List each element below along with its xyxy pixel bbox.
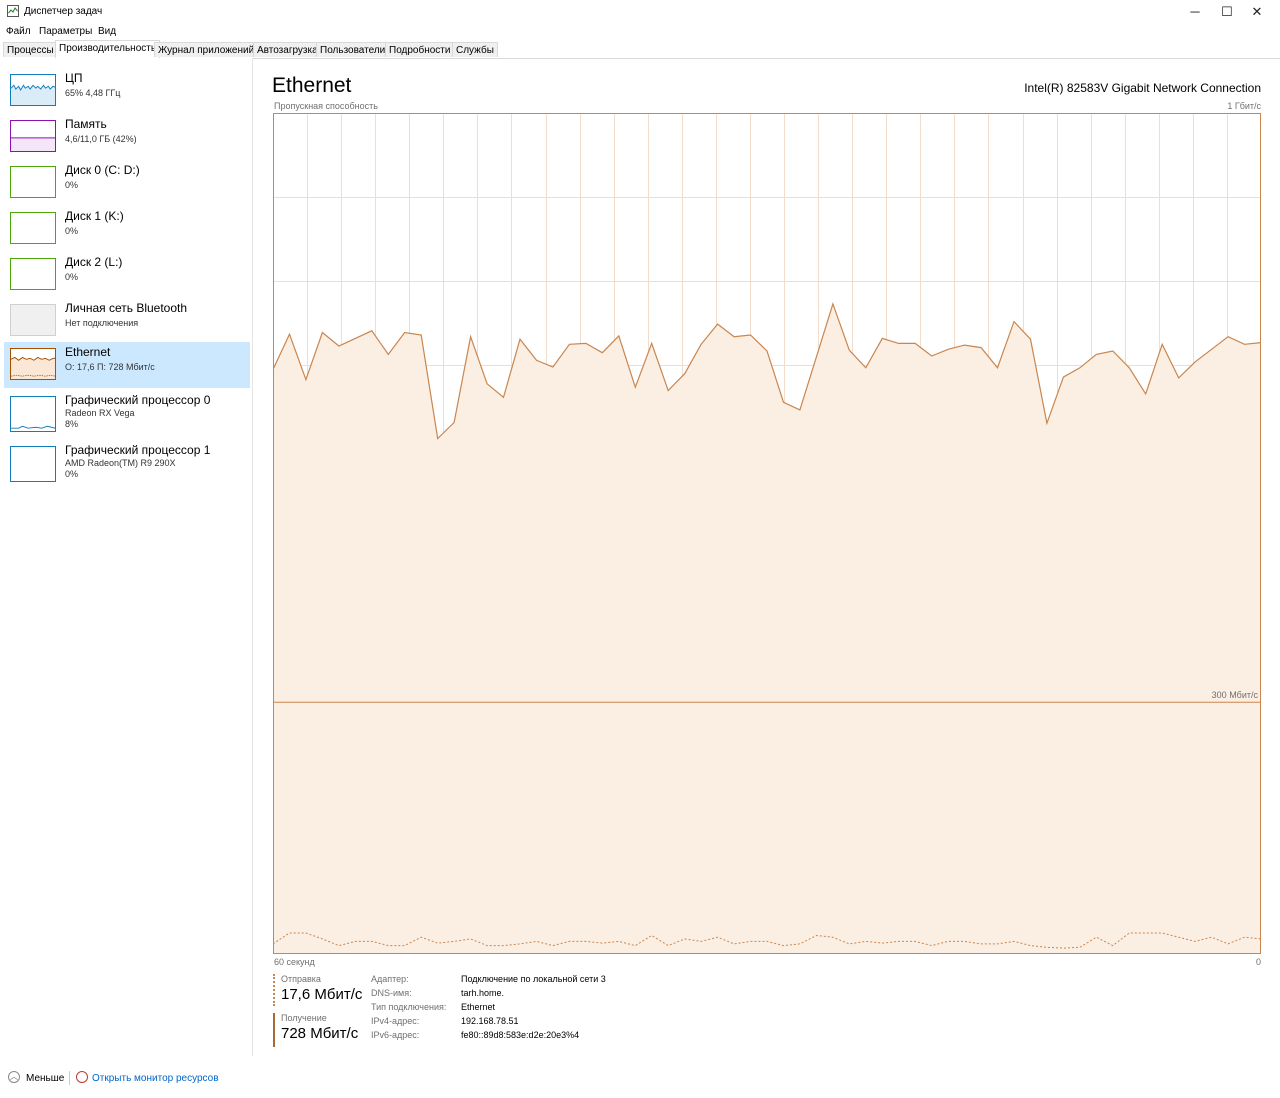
tab-users[interactable]: Пользователи bbox=[316, 42, 390, 57]
resource-monitor-icon[interactable] bbox=[76, 1071, 88, 1083]
tab-services[interactable]: Службы bbox=[452, 42, 498, 57]
sidebar-item-disk1[interactable]: Диск 1 (K:) 0% bbox=[4, 206, 250, 252]
sidebar-item-subtitle: Radeon RX Vega bbox=[65, 408, 135, 418]
performance-panel: Ethernet Intel(R) 82583V Gigabit Network… bbox=[253, 58, 1280, 1056]
divider bbox=[69, 1071, 70, 1085]
sidebar-item-gpu0[interactable]: Графический процессор 0 Radeon RX Vega 8… bbox=[4, 390, 250, 438]
resource-sidebar: ЦП 65% 4,48 ГГц Память 4,6/11,0 ГБ (42%)… bbox=[0, 58, 253, 1056]
receive-stat: Получение 728 Мбит/с bbox=[273, 1013, 358, 1047]
menu-options[interactable]: Параметры bbox=[39, 26, 92, 37]
property-key: IPv4-адрес: bbox=[371, 1016, 420, 1026]
sidebar-item-ethernet[interactable]: Ethernet О: 17,6 П: 728 Мбит/с bbox=[4, 342, 250, 388]
sidebar-item-title: Память bbox=[65, 117, 107, 131]
sidebar-item-title: Диск 0 (C: D:) bbox=[65, 163, 140, 177]
sidebar-item-title: Графический процессор 0 bbox=[65, 393, 211, 407]
property-value: Ethernet bbox=[461, 1002, 496, 1012]
property-key: Адаптер: bbox=[371, 974, 409, 984]
sidebar-item-usage: 0% bbox=[65, 469, 79, 479]
sidebar-item-subtitle: 0% bbox=[65, 272, 79, 282]
send-label: Отправка bbox=[281, 974, 321, 984]
tab-strip: Процессы Производительность Журнал прило… bbox=[0, 40, 1280, 59]
window-title: Диспетчер задач bbox=[24, 6, 103, 17]
menu-view[interactable]: Вид bbox=[98, 26, 116, 37]
sidebar-item-subtitle: Нет подключения bbox=[65, 318, 139, 328]
open-resource-monitor-link[interactable]: Открыть монитор ресурсов bbox=[92, 1073, 219, 1084]
throughput-graph: 300 Мбит/с bbox=[273, 113, 1261, 954]
sidebar-item-cpu[interactable]: ЦП 65% 4,48 ГГц bbox=[4, 68, 250, 114]
tab-details[interactable]: Подробности bbox=[385, 42, 455, 57]
property-key: DNS-имя: bbox=[371, 988, 412, 998]
sidebar-item-memory[interactable]: Память 4,6/11,0 ГБ (42%) bbox=[4, 114, 250, 160]
sidebar-item-bluetooth[interactable]: Личная сеть Bluetooth Нет подключения bbox=[4, 298, 250, 344]
sidebar-item-usage: 8% bbox=[65, 419, 79, 429]
sidebar-item-disk0[interactable]: Диск 0 (C: D:) 0% bbox=[4, 160, 250, 206]
sidebar-item-subtitle: 0% bbox=[65, 226, 79, 236]
bluetooth-thumbnail-graph bbox=[10, 304, 56, 336]
sidebar-item-title: Диск 1 (K:) bbox=[65, 209, 124, 223]
page-title: Ethernet bbox=[272, 74, 352, 97]
send-stat: Отправка 17,6 Мбит/с bbox=[273, 974, 362, 1006]
x-axis-right-label: 0 bbox=[1255, 957, 1261, 967]
menu-file[interactable]: Файл bbox=[6, 26, 31, 37]
sidebar-item-subtitle: 0% bbox=[65, 180, 79, 190]
sidebar-item-title: Диск 2 (L:) bbox=[65, 255, 123, 269]
bottom-bar: ︿ Меньше Открыть монитор ресурсов bbox=[0, 1064, 1280, 1094]
cpu-thumbnail-graph bbox=[10, 74, 56, 106]
mid-scale-label: 300 Мбит/с bbox=[1212, 690, 1259, 700]
sidebar-item-disk2[interactable]: Диск 2 (L:) 0% bbox=[4, 252, 250, 298]
task-manager-icon bbox=[7, 5, 19, 17]
sidebar-item-subtitle: AMD Radeon(TM) R9 290X bbox=[65, 458, 176, 468]
property-value: 192.168.78.51 bbox=[461, 1016, 519, 1026]
property-key: Тип подключения: bbox=[371, 1002, 447, 1012]
chevron-up-icon[interactable]: ︿ bbox=[8, 1071, 20, 1083]
send-value: 17,6 Мбит/с bbox=[281, 986, 363, 1003]
property-value: tarh.home. bbox=[461, 988, 505, 998]
receive-value: 728 Мбит/с bbox=[281, 1025, 359, 1042]
sidebar-item-title: Личная сеть Bluetooth bbox=[65, 301, 188, 315]
disk1-thumbnail-graph bbox=[10, 212, 56, 244]
receive-area bbox=[273, 303, 1261, 954]
receive-label: Получение bbox=[281, 1013, 327, 1023]
tab-app-history[interactable]: Журнал приложений bbox=[154, 42, 259, 57]
sidebar-item-title: ЦП bbox=[65, 71, 83, 85]
tab-performance[interactable]: Производительность bbox=[55, 40, 161, 58]
fewer-details-link[interactable]: Меньше bbox=[26, 1073, 64, 1084]
title-bar: Диспетчер задач ─ ☐ ✕ bbox=[0, 0, 1280, 24]
adapter-name: Intel(R) 82583V Gigabit Network Connecti… bbox=[1024, 81, 1261, 95]
throughput-label: Пропускная способность bbox=[274, 101, 378, 111]
sidebar-item-title: Ethernet bbox=[65, 345, 111, 359]
max-scale-label: 1 Гбит/с bbox=[1227, 101, 1261, 111]
disk0-thumbnail-graph bbox=[10, 166, 56, 198]
property-value: Подключение по локальной сети 3 bbox=[461, 974, 606, 984]
menu-bar: Файл Параметры Вид bbox=[0, 24, 1280, 40]
tab-startup[interactable]: Автозагрузка bbox=[253, 42, 322, 57]
memory-thumbnail-graph bbox=[10, 120, 56, 152]
x-axis-left-label: 60 секунд bbox=[274, 957, 315, 967]
property-value: fe80::89d8:583e:d2e:20e3%4 bbox=[461, 1030, 580, 1040]
ethernet-thumbnail-graph bbox=[10, 348, 56, 380]
property-key: IPv6-адрес: bbox=[371, 1030, 420, 1040]
sidebar-item-subtitle: О: 17,6 П: 728 Мбит/с bbox=[65, 362, 155, 372]
sidebar-item-gpu1[interactable]: Графический процессор 1 AMD Radeon(TM) R… bbox=[4, 440, 250, 488]
tab-processes[interactable]: Процессы bbox=[3, 42, 58, 57]
sidebar-item-subtitle: 4,6/11,0 ГБ (42%) bbox=[65, 134, 137, 144]
gpu0-thumbnail-graph bbox=[10, 396, 56, 432]
close-button[interactable]: ✕ bbox=[1234, 0, 1280, 24]
sidebar-item-subtitle: 65% 4,48 ГГц bbox=[65, 88, 121, 98]
sidebar-item-title: Графический процессор 1 bbox=[65, 443, 211, 457]
disk2-thumbnail-graph bbox=[10, 258, 56, 290]
gpu1-thumbnail-graph bbox=[10, 446, 56, 482]
